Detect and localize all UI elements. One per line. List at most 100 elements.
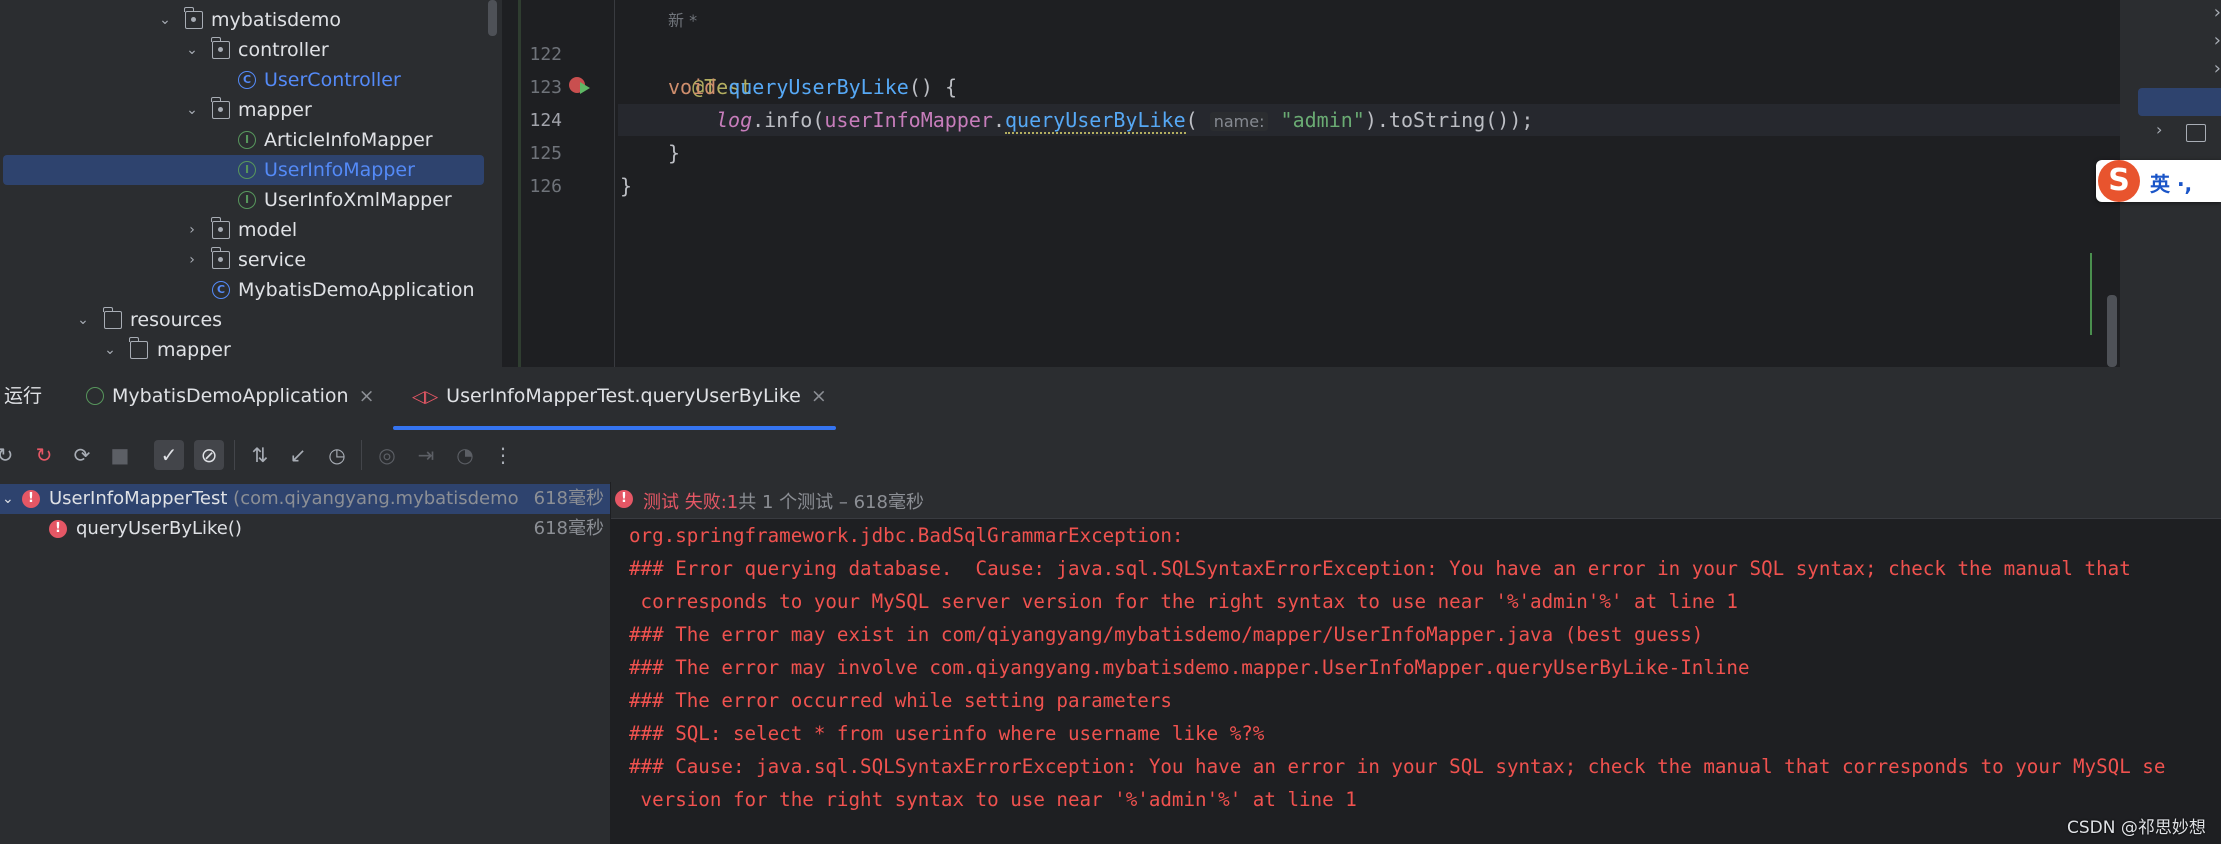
more-options-icon[interactable]: ⋮ bbox=[488, 440, 518, 470]
collapse-all-icon[interactable]: ↙ bbox=[283, 440, 313, 470]
tree-item-label: UserInfoXmlMapper bbox=[264, 189, 452, 211]
method-call: queryUserByLike bbox=[1005, 108, 1186, 134]
console-output[interactable]: ! 测试 失败:1共 1 个测试 – 618毫秒 org.springframe… bbox=[611, 482, 2221, 844]
tree-item-model[interactable]: › model bbox=[0, 215, 488, 245]
tab-userinfomappertest[interactable]: ◁▷ UserInfoMapperTest.queryUserByLike × bbox=[412, 381, 827, 411]
ime-toolbar[interactable]: S 英 ·, bbox=[2096, 160, 2221, 202]
log-field: log bbox=[716, 108, 753, 132]
parameter-hint: name: bbox=[1209, 112, 1269, 131]
chevron-right-icon[interactable]: › bbox=[2156, 120, 2162, 139]
tree-item-label: service bbox=[238, 249, 307, 271]
chevron-down-icon[interactable]: ⌄ bbox=[2, 484, 14, 514]
tree-item-userinfomapper[interactable]: I UserInfoMapper bbox=[3, 155, 484, 185]
close-icon[interactable]: › bbox=[2214, 2, 2221, 23]
package-icon bbox=[211, 97, 230, 119]
active-tab-indicator bbox=[393, 426, 836, 430]
spring-boot-class-icon: C bbox=[212, 281, 230, 299]
selected-item[interactable] bbox=[2138, 88, 2221, 116]
line-number: 122 bbox=[529, 44, 562, 65]
status-label: 测试 失败: bbox=[643, 492, 727, 513]
folder-icon bbox=[2186, 124, 2206, 142]
code-line-125[interactable]: } bbox=[668, 137, 680, 170]
editor-scrollbar[interactable] bbox=[2107, 295, 2117, 367]
run-tool-window: 运行 MybatisDemoApplication × ◁▷ UserInfoMap… bbox=[0, 367, 2221, 844]
tree-item-label: mapper bbox=[157, 339, 231, 361]
tree-item-usercontroller[interactable]: C UserController bbox=[0, 65, 488, 95]
gutter-divider bbox=[614, 0, 615, 367]
close-icon[interactable]: × bbox=[359, 385, 375, 407]
chevron-down-icon[interactable]: ⌄ bbox=[185, 35, 199, 65]
show-passed-icon[interactable]: ✓ bbox=[154, 440, 184, 470]
tree-item-label: model bbox=[238, 219, 298, 241]
code-line-124[interactable]: log.info(userInfoMapper.queryUserByLike(… bbox=[716, 104, 1533, 137]
console-line: corresponds to your MySQL server version… bbox=[629, 590, 1738, 613]
code-text: . bbox=[992, 108, 1005, 132]
code-line-122[interactable]: @Test bbox=[668, 38, 752, 99]
tree-item-mybatisdemo[interactable]: ⌄ mybatisdemo bbox=[0, 5, 488, 35]
code-text: ( bbox=[1185, 108, 1198, 132]
console-line: org.springframework.jdbc.BadSqlGrammarEx… bbox=[629, 524, 1196, 547]
test-duration: 618毫秒 bbox=[533, 488, 604, 509]
tab-label: UserInfoMapperTest.queryUserByLike bbox=[446, 385, 801, 407]
vcs-new-tag: 新 * bbox=[668, 11, 698, 30]
test-history-icon[interactable]: ◔ bbox=[450, 440, 480, 470]
tree-item-resources[interactable]: ⌄ resources bbox=[0, 305, 488, 335]
toggle-auto-test-icon[interactable]: ⟳ bbox=[67, 440, 97, 470]
code-line-126[interactable]: } bbox=[620, 170, 632, 203]
string-literal: "admin" bbox=[1280, 108, 1365, 132]
tree-item-mybatisdemoapplication[interactable]: C MybatisDemoApplication bbox=[0, 275, 488, 305]
chevron-down-icon[interactable]: ⌄ bbox=[158, 5, 172, 35]
tree-item-controller[interactable]: ⌄ controller bbox=[0, 35, 488, 65]
code-line-123[interactable]: void queryUserByLike() { bbox=[668, 71, 957, 104]
interface-icon: I bbox=[238, 191, 256, 209]
sort-by-duration-icon[interactable]: ◷ bbox=[322, 440, 352, 470]
package-icon bbox=[211, 217, 230, 239]
chevron-down-icon[interactable]: ⌄ bbox=[185, 95, 199, 125]
console-line: ### Error querying database. Cause: java… bbox=[629, 557, 2131, 580]
sogou-logo-icon: S bbox=[2098, 160, 2140, 202]
import-tests-icon[interactable]: ⇥ bbox=[411, 440, 441, 470]
run-test-icon[interactable] bbox=[580, 82, 590, 94]
close-icon[interactable]: › bbox=[2214, 30, 2221, 51]
console-line: ### The error may exist in com/qiyangyan… bbox=[629, 623, 1704, 646]
interface-icon: I bbox=[238, 131, 256, 149]
test-class-name: UserInfoMapperTest (com.qiyangyang.mybat… bbox=[49, 484, 519, 514]
tab-mybatisdemoapplication[interactable]: MybatisDemoApplication × bbox=[86, 381, 375, 411]
chevron-right-icon[interactable]: › bbox=[185, 245, 199, 275]
test-package: (com.qiyangyang.mybatisdemo bbox=[233, 488, 519, 509]
tree-item-service[interactable]: › service bbox=[0, 245, 488, 275]
code-text: ).toString()); bbox=[1364, 108, 1534, 132]
sort-alphabetically-icon[interactable]: ⇅ bbox=[245, 440, 275, 470]
rerun-failed-icon[interactable]: ↻ bbox=[29, 440, 59, 470]
tree-item-label: mybatisdemo bbox=[211, 9, 341, 31]
tree-item-label: resources bbox=[130, 309, 223, 331]
tree-item-userinfoxmlmapper[interactable]: I UserInfoXmlMapper bbox=[0, 185, 488, 215]
tab-label: MybatisDemoApplication bbox=[112, 385, 349, 407]
line-number: 123 bbox=[529, 77, 562, 98]
rerun-icon[interactable]: ↻ bbox=[0, 440, 20, 470]
toolbar-separator bbox=[234, 440, 235, 470]
console-line: ### The error may involve com.qiyangyang… bbox=[629, 656, 1750, 679]
tree-scrollbar[interactable] bbox=[488, 0, 497, 36]
test-tab-icon: ◁▷ bbox=[412, 387, 439, 407]
show-ignored-icon[interactable]: ⊘ bbox=[194, 440, 224, 470]
console-line: ### SQL: select * from userinfo where us… bbox=[629, 722, 1265, 745]
close-icon[interactable]: › bbox=[2214, 58, 2221, 79]
chevron-down-icon[interactable]: ⌄ bbox=[76, 305, 90, 335]
camera-icon[interactable]: ◎ bbox=[372, 440, 402, 470]
test-row-method[interactable]: ! queryUserByLike() 618毫秒 bbox=[0, 514, 610, 544]
test-results-tree: ⌄ ! UserInfoMapperTest (com.qiyangyang.m… bbox=[0, 482, 610, 844]
close-icon[interactable]: × bbox=[811, 385, 827, 407]
chevron-down-icon[interactable]: ⌄ bbox=[103, 335, 117, 365]
csdn-watermark: CSDN @祁思妙想 bbox=[2067, 818, 2206, 838]
stop-icon[interactable]: ■ bbox=[105, 440, 135, 470]
tree-item-mapper[interactable]: ⌄ mapper bbox=[0, 95, 488, 125]
tree-item-articleinfomapper[interactable]: I ArticleInfoMapper bbox=[0, 125, 488, 155]
code-text: () { bbox=[908, 75, 958, 99]
interface-icon: I bbox=[238, 161, 256, 179]
tree-item-mapper-folder[interactable]: ⌄ mapper bbox=[0, 335, 488, 365]
chevron-right-icon[interactable]: › bbox=[185, 215, 199, 245]
project-tree: ⌄ mybatisdemo ⌄ controller C UserControl… bbox=[0, 0, 502, 367]
test-row-class[interactable]: ⌄ ! UserInfoMapperTest (com.qiyangyang.m… bbox=[0, 484, 610, 514]
tree-item-label: MybatisDemoApplication bbox=[238, 279, 475, 301]
